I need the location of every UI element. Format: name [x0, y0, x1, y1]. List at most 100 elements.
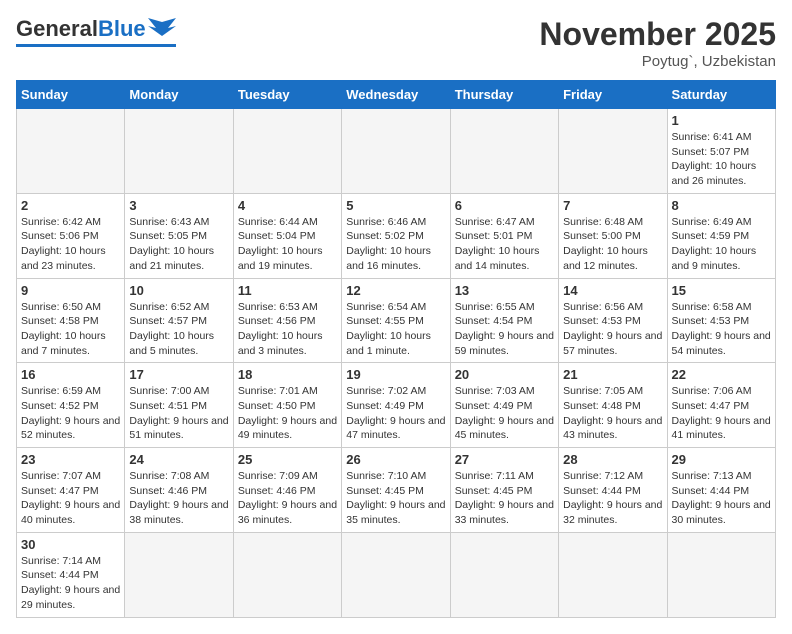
- weekday-header-monday: Monday: [125, 81, 233, 109]
- day-number: 2: [21, 198, 120, 213]
- calendar-body: 1 Sunrise: 6:41 AM Sunset: 5:07 PM Daylig…: [17, 109, 776, 618]
- day-info: Sunrise: 6:58 AM Sunset: 4:53 PM Dayligh…: [672, 300, 771, 359]
- calendar-cell: 4 Sunrise: 6:44 AM Sunset: 5:04 PM Daylig…: [233, 193, 341, 278]
- day-info: Sunrise: 6:46 AM Sunset: 5:02 PM Dayligh…: [346, 215, 445, 274]
- day-info: Sunrise: 7:03 AM Sunset: 4:49 PM Dayligh…: [455, 384, 554, 443]
- calendar-cell: 7 Sunrise: 6:48 AM Sunset: 5:00 PM Daylig…: [559, 193, 667, 278]
- calendar-cell: 23Sunrise: 7:07 AM Sunset: 4:47 PM Dayli…: [17, 448, 125, 533]
- day-info: Sunrise: 6:48 AM Sunset: 5:00 PM Dayligh…: [563, 215, 662, 274]
- weekday-header-saturday: Saturday: [667, 81, 775, 109]
- day-number: 4: [238, 198, 337, 213]
- day-number: 19: [346, 367, 445, 382]
- calendar-cell: 6 Sunrise: 6:47 AM Sunset: 5:01 PM Daylig…: [450, 193, 558, 278]
- day-info: Sunrise: 7:14 AM Sunset: 4:44 PM Dayligh…: [21, 554, 120, 613]
- calendar-cell: 19 Sunrise: 7:02 AM Sunset: 4:49 PM Dayli…: [342, 363, 450, 448]
- day-number: 7: [563, 198, 662, 213]
- day-number: 24: [129, 452, 228, 467]
- weekday-header-wednesday: Wednesday: [342, 81, 450, 109]
- calendar-cell: 1 Sunrise: 6:41 AM Sunset: 5:07 PM Daylig…: [667, 109, 775, 194]
- day-number: 6: [455, 198, 554, 213]
- calendar-cell: 29Sunrise: 7:13 AM Sunset: 4:44 PM Dayli…: [667, 448, 775, 533]
- calendar-cell: 12 Sunrise: 6:54 AM Sunset: 4:55 PM Dayli…: [342, 278, 450, 363]
- day-info: Sunrise: 6:44 AM Sunset: 5:04 PM Dayligh…: [238, 215, 337, 274]
- day-info: Sunrise: 6:42 AM Sunset: 5:06 PM Dayligh…: [21, 215, 120, 274]
- logo: General Blue: [16, 16, 176, 47]
- calendar-cell: [233, 109, 341, 194]
- day-number: 12: [346, 283, 445, 298]
- logo-underline: [16, 44, 176, 47]
- day-number: 15: [672, 283, 771, 298]
- week-row-4: 16 Sunrise: 6:59 AM Sunset: 4:52 PM Dayli…: [17, 363, 776, 448]
- day-info: Sunrise: 7:11 AM Sunset: 4:45 PM Dayligh…: [455, 469, 554, 528]
- day-info: Sunrise: 7:12 AM Sunset: 4:44 PM Dayligh…: [563, 469, 662, 528]
- calendar-cell: [450, 109, 558, 194]
- day-number: 20: [455, 367, 554, 382]
- day-info: Sunrise: 6:56 AM Sunset: 4:53 PM Dayligh…: [563, 300, 662, 359]
- day-info: Sunrise: 7:05 AM Sunset: 4:48 PM Dayligh…: [563, 384, 662, 443]
- day-info: Sunrise: 6:53 AM Sunset: 4:56 PM Dayligh…: [238, 300, 337, 359]
- day-info: Sunrise: 6:41 AM Sunset: 5:07 PM Dayligh…: [672, 130, 771, 189]
- calendar-cell: [17, 109, 125, 194]
- day-number: 3: [129, 198, 228, 213]
- calendar-cell: 11Sunrise: 6:53 AM Sunset: 4:56 PM Dayli…: [233, 278, 341, 363]
- day-info: Sunrise: 7:10 AM Sunset: 4:45 PM Dayligh…: [346, 469, 445, 528]
- week-row-6: 30Sunrise: 7:14 AM Sunset: 4:44 PM Dayli…: [17, 532, 776, 617]
- logo-blue-text: Blue: [98, 16, 146, 42]
- location: Poytug`, Uzbekistan: [539, 53, 776, 70]
- day-info: Sunrise: 7:00 AM Sunset: 4:51 PM Dayligh…: [129, 384, 228, 443]
- day-info: Sunrise: 7:08 AM Sunset: 4:46 PM Dayligh…: [129, 469, 228, 528]
- calendar-cell: 9Sunrise: 6:50 AM Sunset: 4:58 PM Daylig…: [17, 278, 125, 363]
- week-row-2: 2 Sunrise: 6:42 AM Sunset: 5:06 PM Daylig…: [17, 193, 776, 278]
- weekday-header-friday: Friday: [559, 81, 667, 109]
- weekday-header-sunday: Sunday: [17, 81, 125, 109]
- day-info: Sunrise: 7:06 AM Sunset: 4:47 PM Dayligh…: [672, 384, 771, 443]
- calendar-cell: 17Sunrise: 7:00 AM Sunset: 4:51 PM Dayli…: [125, 363, 233, 448]
- day-info: Sunrise: 7:02 AM Sunset: 4:49 PM Dayligh…: [346, 384, 445, 443]
- calendar-cell: 16 Sunrise: 6:59 AM Sunset: 4:52 PM Dayli…: [17, 363, 125, 448]
- calendar-cell: 30Sunrise: 7:14 AM Sunset: 4:44 PM Dayli…: [17, 532, 125, 617]
- day-info: Sunrise: 6:52 AM Sunset: 4:57 PM Dayligh…: [129, 300, 228, 359]
- day-info: Sunrise: 6:50 AM Sunset: 4:58 PM Dayligh…: [21, 300, 120, 359]
- day-info: Sunrise: 6:55 AM Sunset: 4:54 PM Dayligh…: [455, 300, 554, 359]
- calendar-cell: [450, 532, 558, 617]
- calendar-cell: [233, 532, 341, 617]
- calendar-cell: 28 Sunrise: 7:12 AM Sunset: 4:44 PM Dayli…: [559, 448, 667, 533]
- calendar-cell: 26Sunrise: 7:10 AM Sunset: 4:45 PM Dayli…: [342, 448, 450, 533]
- calendar-cell: 15 Sunrise: 6:58 AM Sunset: 4:53 PM Dayli…: [667, 278, 775, 363]
- day-info: Sunrise: 6:59 AM Sunset: 4:52 PM Dayligh…: [21, 384, 120, 443]
- day-number: 27: [455, 452, 554, 467]
- calendar-cell: [125, 532, 233, 617]
- day-number: 5: [346, 198, 445, 213]
- calendar-cell: 13Sunrise: 6:55 AM Sunset: 4:54 PM Dayli…: [450, 278, 558, 363]
- calendar-cell: [559, 532, 667, 617]
- day-info: Sunrise: 7:09 AM Sunset: 4:46 PM Dayligh…: [238, 469, 337, 528]
- weekday-header-row: SundayMondayTuesdayWednesdayThursdayFrid…: [17, 81, 776, 109]
- day-number: 21: [563, 367, 662, 382]
- day-number: 14: [563, 283, 662, 298]
- day-info: Sunrise: 7:13 AM Sunset: 4:44 PM Dayligh…: [672, 469, 771, 528]
- day-number: 28: [563, 452, 662, 467]
- day-info: Sunrise: 6:43 AM Sunset: 5:05 PM Dayligh…: [129, 215, 228, 274]
- day-info: Sunrise: 6:47 AM Sunset: 5:01 PM Dayligh…: [455, 215, 554, 274]
- week-row-5: 23Sunrise: 7:07 AM Sunset: 4:47 PM Dayli…: [17, 448, 776, 533]
- day-number: 10: [129, 283, 228, 298]
- calendar-cell: [125, 109, 233, 194]
- calendar-cell: 22 Sunrise: 7:06 AM Sunset: 4:47 PM Dayli…: [667, 363, 775, 448]
- day-number: 1: [672, 113, 771, 128]
- calendar-table: SundayMondayTuesdayWednesdayThursdayFrid…: [16, 80, 776, 618]
- day-number: 18: [238, 367, 337, 382]
- day-info: Sunrise: 6:54 AM Sunset: 4:55 PM Dayligh…: [346, 300, 445, 359]
- calendar-cell: 21 Sunrise: 7:05 AM Sunset: 4:48 PM Dayli…: [559, 363, 667, 448]
- day-number: 16: [21, 367, 120, 382]
- logo-bird-icon: [148, 18, 176, 40]
- day-number: 22: [672, 367, 771, 382]
- day-number: 8: [672, 198, 771, 213]
- title-block: November 2025 Poytug`, Uzbekistan: [539, 16, 776, 70]
- day-info: Sunrise: 6:49 AM Sunset: 4:59 PM Dayligh…: [672, 215, 771, 274]
- week-row-3: 9Sunrise: 6:50 AM Sunset: 4:58 PM Daylig…: [17, 278, 776, 363]
- week-row-1: 1 Sunrise: 6:41 AM Sunset: 5:07 PM Daylig…: [17, 109, 776, 194]
- calendar-header: SundayMondayTuesdayWednesdayThursdayFrid…: [17, 81, 776, 109]
- weekday-header-tuesday: Tuesday: [233, 81, 341, 109]
- calendar-cell: 5 Sunrise: 6:46 AM Sunset: 5:02 PM Daylig…: [342, 193, 450, 278]
- calendar-cell: 14 Sunrise: 6:56 AM Sunset: 4:53 PM Dayli…: [559, 278, 667, 363]
